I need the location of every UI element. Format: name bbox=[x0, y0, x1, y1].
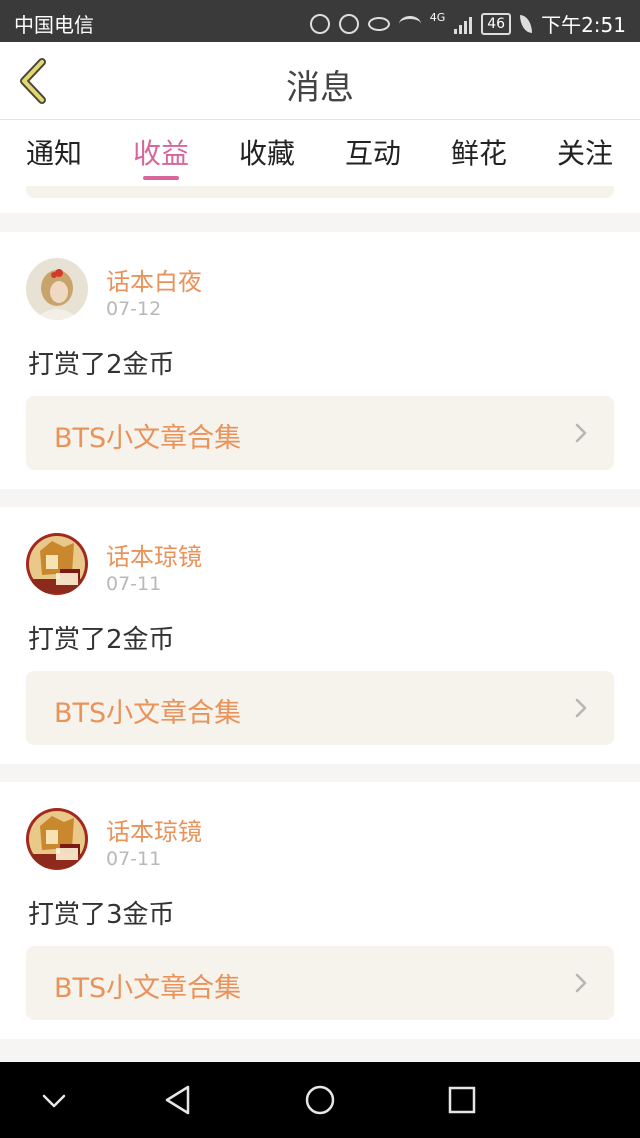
alarm-icon bbox=[338, 13, 359, 34]
article-title: BTS小文章合集 bbox=[54, 423, 242, 454]
illustrated-avatar-icon bbox=[26, 533, 88, 595]
illustrated-avatar-icon bbox=[26, 808, 88, 870]
article-title: BTS小文章合集 bbox=[54, 698, 242, 729]
recents-button[interactable] bbox=[442, 1080, 482, 1120]
message-text: 打赏了2金币 bbox=[28, 625, 175, 655]
username[interactable]: 话本琼镜 bbox=[106, 812, 202, 847]
collapse-button[interactable] bbox=[34, 1080, 74, 1120]
message-text: 打赏了2金币 bbox=[28, 350, 175, 380]
username[interactable]: 话本琼镜 bbox=[106, 537, 202, 572]
data-saver-icon bbox=[309, 13, 330, 34]
avatar[interactable] bbox=[26, 533, 88, 595]
back-triangle-icon bbox=[165, 1085, 190, 1115]
chevron-right-icon bbox=[575, 698, 587, 718]
clock-time: 下午2:51 bbox=[541, 13, 626, 37]
network-type: 4G bbox=[429, 11, 446, 24]
article-link-partial[interactable] bbox=[26, 186, 614, 198]
avatar[interactable] bbox=[26, 808, 88, 870]
leaf-icon bbox=[520, 14, 533, 33]
avatar[interactable] bbox=[26, 258, 88, 320]
collapse-icon bbox=[42, 1094, 66, 1108]
message-text: 打赏了3金币 bbox=[28, 900, 175, 930]
article-link[interactable]: BTS小文章合集 bbox=[26, 671, 614, 745]
article-link[interactable]: BTS小文章合集 bbox=[26, 946, 614, 1020]
tab-following[interactable]: 关注 bbox=[540, 132, 630, 172]
status-bar: 中国电信 4G 46 下午2:51 bbox=[0, 0, 640, 42]
signal-icon bbox=[454, 14, 473, 34]
username[interactable]: 话本白夜 bbox=[106, 262, 202, 297]
tab-notifications[interactable]: 通知 bbox=[9, 132, 99, 172]
header-bar: 消息 bbox=[0, 42, 640, 120]
tab-interactions[interactable]: 互动 bbox=[328, 132, 418, 172]
tab-favorites[interactable]: 收藏 bbox=[222, 132, 312, 172]
message-date: 07-11 bbox=[106, 573, 162, 595]
wifi-icon bbox=[398, 15, 421, 32]
tab-earnings[interactable]: 收益 bbox=[116, 132, 206, 172]
nav-back-button[interactable] bbox=[158, 1080, 198, 1120]
girl-photo-avatar-icon bbox=[26, 258, 88, 320]
tab-flowers[interactable]: 鲜花 bbox=[434, 132, 524, 172]
list-item-partial bbox=[0, 186, 640, 213]
carrier-label: 中国电信 bbox=[14, 13, 94, 37]
article-title: BTS小文章合集 bbox=[54, 973, 242, 1004]
system-nav-bar bbox=[0, 1062, 640, 1138]
recents-square-icon bbox=[448, 1086, 476, 1114]
page-title: 消息 bbox=[286, 68, 354, 108]
list-item: 话本琼镜 07-11 打赏了2金币 BTS小文章合集 bbox=[0, 507, 640, 764]
article-link[interactable]: BTS小文章合集 bbox=[26, 396, 614, 470]
message-date: 07-11 bbox=[106, 848, 162, 870]
message-date: 07-12 bbox=[106, 298, 162, 320]
list-item: 话本琼镜 07-11 打赏了3金币 BTS小文章合集 bbox=[0, 782, 640, 1039]
status-icons: 4G 46 下午2:51 bbox=[309, 9, 626, 38]
chevron-right-icon bbox=[575, 973, 587, 993]
chevron-right-icon bbox=[575, 423, 587, 443]
tab-bar: 通知 收益 收藏 互动 鲜花 关注 bbox=[0, 120, 640, 186]
eye-icon bbox=[367, 16, 390, 31]
home-circle-icon bbox=[305, 1085, 335, 1115]
battery-icon: 46 bbox=[481, 12, 512, 35]
home-button[interactable] bbox=[300, 1080, 340, 1120]
active-tab-indicator bbox=[143, 176, 179, 180]
list-item: 话本白夜 07-12 打赏了2金币 BTS小文章合集 bbox=[0, 232, 640, 489]
